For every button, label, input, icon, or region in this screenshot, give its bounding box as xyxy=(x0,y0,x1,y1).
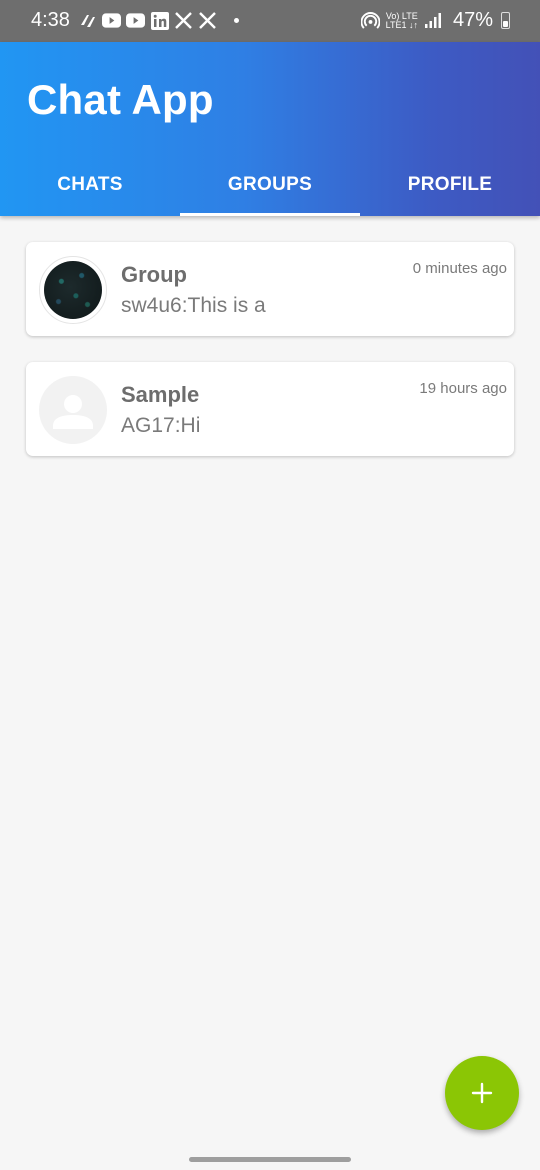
linkedin-icon xyxy=(150,11,169,30)
network-type: Vo) LTE LTE1 ↓↑ xyxy=(385,11,418,30)
status-time: 4:38 xyxy=(31,9,70,31)
default-person-icon xyxy=(53,395,93,429)
plus-icon xyxy=(471,1082,493,1104)
group-avatar xyxy=(39,376,107,444)
group-timestamp: 0 minutes ago xyxy=(412,260,507,277)
tab-label: GROUPS xyxy=(227,174,313,195)
tab-groups[interactable]: GROUPS xyxy=(180,154,360,216)
group-list-item[interactable]: Sample AG17:Hi 19 hours ago xyxy=(26,362,514,456)
group-last-message: sw4u6:This is a xyxy=(121,294,266,317)
app-title: Chat App xyxy=(27,76,214,123)
group-timestamp: 19 hours ago xyxy=(419,380,507,397)
home-indicator[interactable] xyxy=(189,1157,351,1162)
status-right: Vo) LTE LTE1 ↓↑ 47% xyxy=(360,9,510,32)
group-avatar xyxy=(39,256,107,324)
x-icon xyxy=(198,11,217,30)
more-notifications-dot xyxy=(234,18,239,23)
battery-level xyxy=(503,21,508,27)
tab-label: PROFILE xyxy=(407,174,493,195)
youtube-icon xyxy=(102,11,121,30)
tab-chats[interactable]: CHATS xyxy=(0,154,180,216)
youtube-icon xyxy=(126,11,145,30)
group-name: Sample xyxy=(121,382,200,407)
group-last-message: AG17:Hi xyxy=(121,414,201,437)
notification-icons xyxy=(78,11,239,30)
group-photo xyxy=(44,261,102,319)
hotspot-icon xyxy=(360,11,380,30)
group-list-item[interactable]: Group sw4u6:This is a 0 minutes ago xyxy=(26,242,514,336)
tab-label: CHATS xyxy=(57,174,123,195)
tab-profile[interactable]: PROFILE xyxy=(360,154,540,216)
group-name: Group xyxy=(121,262,187,287)
signal-icon xyxy=(424,11,443,30)
active-tab-indicator xyxy=(180,213,360,216)
create-group-button[interactable] xyxy=(445,1056,519,1130)
battery-percent: 47% xyxy=(452,9,493,31)
x-icon xyxy=(174,11,193,30)
tab-bar: CHATS GROUPS PROFILE xyxy=(0,154,540,216)
status-bar: 4:38 Vo) LTE LTE1 ↓↑ 47% xyxy=(0,0,540,42)
app-header: Chat App CHATS GROUPS PROFILE xyxy=(0,42,540,216)
pinwheel-icon xyxy=(78,11,97,30)
network-type-bottom: LTE1 ↓↑ xyxy=(385,19,418,30)
battery-icon xyxy=(501,12,510,29)
